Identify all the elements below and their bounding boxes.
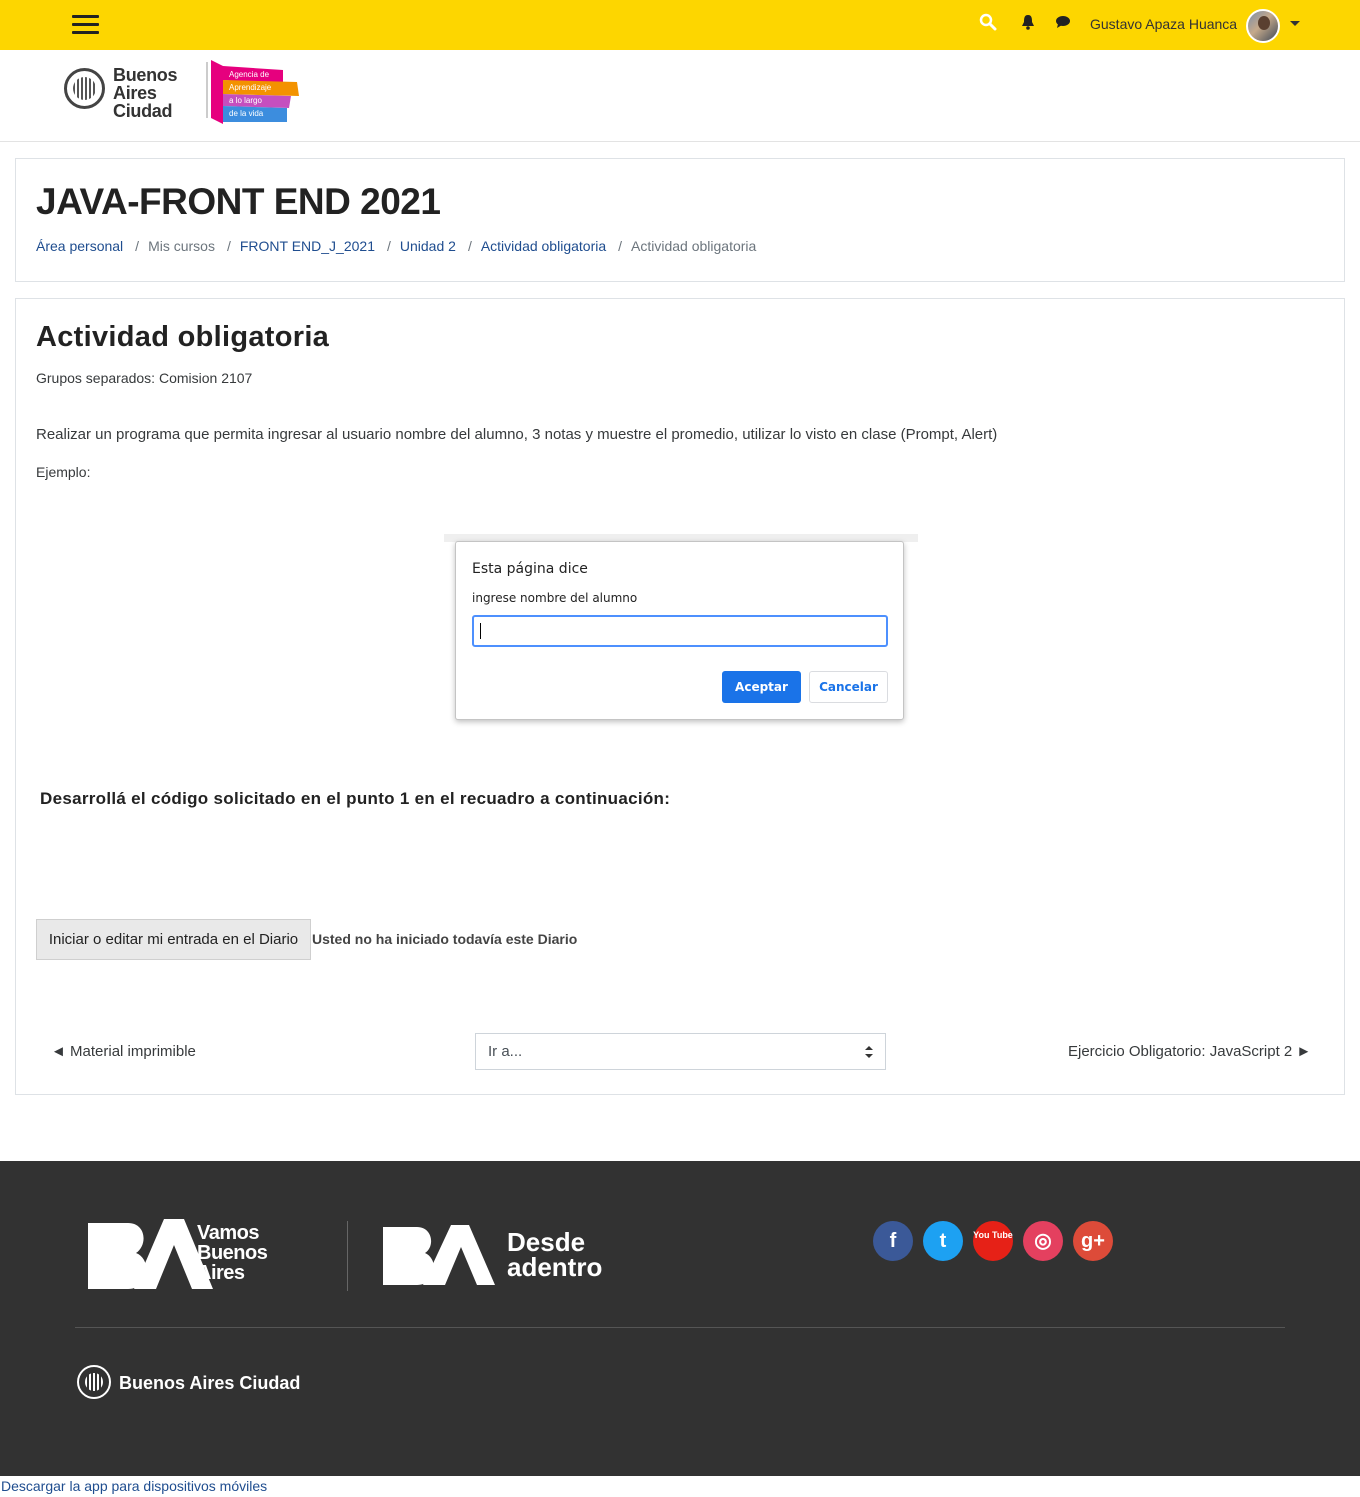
logo-header: Buenos Aires Ciudad Agencia de Aprendiza… bbox=[0, 50, 1360, 142]
breadcrumb-unit[interactable]: Unidad 2 bbox=[400, 238, 456, 254]
footer-city-seal-icon bbox=[77, 1365, 111, 1399]
diary-status: Usted no ha iniciado todavía este Diario bbox=[312, 931, 578, 947]
activity-card: Actividad obligatoria Grupos separados: … bbox=[15, 298, 1345, 1095]
jump-to-label: Ir a... bbox=[488, 1043, 523, 1060]
breadcrumb-course[interactable]: FRONT END_J_2021 bbox=[240, 238, 375, 254]
agency-logo: Agencia de Aprendizaje a lo largo de la … bbox=[211, 60, 299, 124]
top-navbar: Gustavo Apaza Huanca bbox=[0, 0, 1360, 50]
dialog-input-field bbox=[472, 615, 888, 647]
city-seal-logo bbox=[64, 68, 105, 109]
breadcrumb-mis-cursos: Mis cursos bbox=[148, 238, 215, 254]
vamos-line-2: Buenos bbox=[197, 1242, 268, 1264]
buenos-aires-logo[interactable]: Buenos Aires Ciudad bbox=[113, 65, 178, 121]
select-arrows-icon bbox=[865, 1046, 873, 1058]
groups-info: Grupos separados: Comision 2107 bbox=[36, 370, 253, 386]
breadcrumb-activity-link[interactable]: Actividad obligatoria bbox=[481, 238, 606, 254]
logo-line-3: Ciudad bbox=[113, 101, 173, 121]
footer-divider bbox=[347, 1221, 348, 1291]
course-title: JAVA-FRONT END 2021 bbox=[36, 181, 441, 222]
example-prompt-dialog: Esta página dice ingrese nombre del alum… bbox=[455, 541, 904, 720]
activity-title: Actividad obligatoria bbox=[36, 321, 330, 353]
desde-line-2: adentro bbox=[507, 1252, 603, 1282]
prev-activity-link[interactable]: ◄ Material imprimible bbox=[51, 1043, 196, 1060]
breadcrumb-separator: / bbox=[387, 238, 391, 254]
menu-toggle-icon[interactable] bbox=[72, 15, 99, 35]
breadcrumb-separator: / bbox=[618, 238, 623, 254]
example-label: Ejemplo: bbox=[36, 464, 91, 480]
agency-line-1: Agencia de bbox=[229, 70, 270, 79]
download-app-link[interactable]: Descargar la app para dispositivos móvil… bbox=[1, 1478, 267, 1494]
facebook-icon[interactable]: f bbox=[873, 1221, 913, 1261]
dialog-message: ingrese nombre del alumno bbox=[472, 591, 638, 605]
jump-to-select[interactable]: Ir a... bbox=[475, 1033, 886, 1070]
vamos-line-3: Aires bbox=[197, 1262, 245, 1284]
breadcrumb-separator: / bbox=[135, 238, 140, 254]
breadcrumb-area-personal[interactable]: Área personal bbox=[36, 238, 123, 254]
vamos-buenos-aires-text: Vamos Buenos Aires bbox=[197, 1222, 268, 1284]
twitter-icon[interactable]: t bbox=[923, 1221, 963, 1261]
logo-line-1: Buenos bbox=[113, 65, 178, 85]
bell-icon[interactable] bbox=[1019, 13, 1037, 31]
ba-desde-adentro-logo[interactable] bbox=[383, 1225, 495, 1287]
breadcrumb-current: Actividad obligatoria bbox=[631, 238, 757, 254]
avatar[interactable] bbox=[1246, 9, 1280, 43]
user-name[interactable]: Gustavo Apaza Huanca bbox=[1090, 16, 1237, 32]
footer-divider-line bbox=[75, 1327, 1285, 1328]
activity-description: Realizar un programa que permita ingresa… bbox=[36, 426, 998, 443]
dialog-cancel-button: Cancelar bbox=[809, 671, 888, 703]
next-activity-link[interactable]: Ejercicio Obligatorio: JavaScript 2 ► bbox=[1068, 1043, 1311, 1060]
agency-line-4: de la vida bbox=[229, 109, 264, 118]
agency-line-2: Aprendizaje bbox=[229, 83, 272, 92]
agency-line-3: a lo largo bbox=[229, 96, 262, 105]
start-diary-button[interactable]: Iniciar o editar mi entrada en el Diario bbox=[36, 919, 311, 960]
desde-adentro-text: Desde adentro bbox=[507, 1229, 603, 1282]
breadcrumb-separator: / bbox=[226, 238, 231, 254]
instagram-icon[interactable]: ◎ bbox=[1023, 1221, 1063, 1261]
youtube-icon[interactable]: You Tube bbox=[973, 1221, 1013, 1261]
course-header-card: JAVA-FRONT END 2021 Área personal / Mis … bbox=[15, 158, 1345, 282]
breadcrumb: Área personal / Mis cursos / FRONT END_J… bbox=[36, 238, 756, 254]
breadcrumb-separator: / bbox=[467, 238, 472, 254]
ba-vamos-logo[interactable] bbox=[88, 1219, 213, 1291]
logo-line-2: Aires bbox=[113, 83, 157, 103]
chevron-down-icon[interactable] bbox=[1290, 21, 1300, 26]
task-heading: Desarrollá el código solicitado en el pu… bbox=[40, 789, 671, 808]
footer: Vamos Buenos Aires Desde adentro f t You… bbox=[0, 1161, 1360, 1476]
search-icon[interactable] bbox=[979, 13, 997, 31]
dialog-title: Esta página dice bbox=[472, 561, 588, 577]
vamos-line-1: Vamos bbox=[197, 1222, 259, 1244]
dialog-ok-button: Aceptar bbox=[722, 671, 801, 703]
google-plus-icon[interactable]: g+ bbox=[1073, 1221, 1113, 1261]
logo-divider bbox=[206, 62, 208, 118]
chat-icon[interactable] bbox=[1054, 13, 1072, 31]
footer-city-label[interactable]: Buenos Aires Ciudad bbox=[119, 1373, 300, 1394]
